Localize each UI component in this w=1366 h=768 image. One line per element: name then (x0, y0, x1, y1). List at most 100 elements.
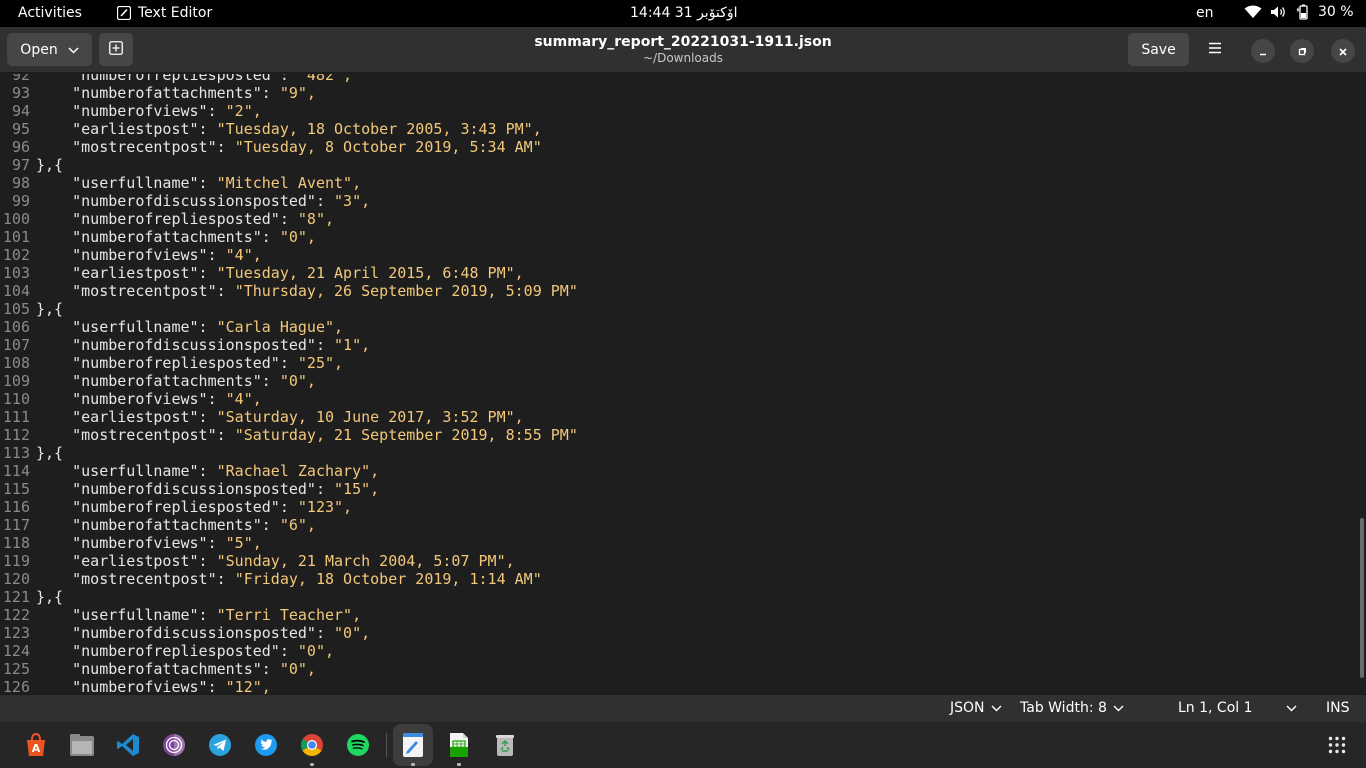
trash-icon[interactable] (491, 731, 519, 759)
code-line: 92 "numberofrepliesposted": "482", (0, 74, 1358, 84)
chevron-down-icon (1286, 700, 1297, 716)
top-bar: Activities Text Editor 14:44 اۆکتۆبر 31 … (0, 0, 1366, 27)
spotify-icon[interactable] (344, 731, 372, 759)
line-content: "numberofrepliesposted": "123", (36, 498, 352, 516)
code-line: 116 "numberofrepliesposted": "123", (0, 498, 1358, 516)
code-line: 119 "earliestpost": "Sunday, 21 March 20… (0, 552, 1358, 570)
spreadsheet-icon[interactable] (445, 731, 473, 759)
battery-icon (1296, 4, 1310, 20)
text-editor-area[interactable]: 92 "numberofrepliesposted": "482", 93 "nu… (0, 74, 1366, 694)
json-value: "123", (297, 498, 353, 516)
chrome-icon[interactable] (298, 731, 326, 759)
code-line: 122 "userfullname": "Terri Teacher", (0, 606, 1358, 624)
twitter-icon[interactable] (252, 731, 280, 759)
document-path: ~/Downloads (643, 51, 723, 65)
json-key: "mostrecentpost": (36, 426, 235, 444)
line-number: 111 (2, 408, 30, 426)
json-key: "earliestpost": (36, 120, 217, 138)
json-value: "1", (334, 336, 371, 354)
activities-button[interactable]: Activities (18, 5, 82, 21)
code-lines: 92 "numberofrepliesposted": "482", 93 "nu… (0, 74, 1358, 694)
line-number: 118 (2, 534, 30, 552)
line-content: "numberofdiscussionsposted": "1", (36, 336, 370, 354)
json-value: "Carla Hague", (216, 318, 344, 336)
json-value: "Rachael Zachary", (216, 462, 380, 480)
json-key: "userfullname": (36, 174, 217, 192)
language-selector[interactable]: JSON (950, 700, 1002, 716)
input-language[interactable]: en (1196, 5, 1214, 21)
main-menu-button[interactable] (1197, 33, 1233, 66)
line-number: 114 (2, 462, 30, 480)
code-line: 113 },{ (0, 444, 1358, 462)
json-value: "4", (225, 246, 262, 264)
tab-width-selector[interactable]: Tab Width: 8 (1020, 700, 1124, 716)
position-menu-button[interactable] (1286, 700, 1297, 716)
open-button[interactable]: Open (7, 33, 92, 66)
window-title: summary_report_20221031-1911.json ~/Down… (480, 34, 886, 66)
line-number: 96 (11, 138, 30, 156)
line-content: "earliestpost": "Saturday, 10 June 2017,… (36, 408, 524, 426)
line-content: "mostrecentpost": "Friday, 18 October 20… (36, 570, 542, 588)
line-number: 123 (2, 624, 30, 642)
line-content: },{ (36, 156, 63, 174)
close-button[interactable] (1331, 39, 1355, 63)
maximize-button[interactable] (1290, 39, 1314, 63)
telegram-icon[interactable] (206, 731, 234, 759)
app-center-icon[interactable]: A (22, 731, 50, 759)
line-number: 125 (2, 660, 30, 678)
line-number: 104 (2, 282, 30, 300)
tor-icon[interactable] (160, 731, 188, 759)
code-line: 105},{ (0, 300, 1358, 318)
json-key: "numberofviews": (36, 102, 226, 120)
vscode-icon[interactable] (114, 731, 142, 759)
line-content: },{ (36, 300, 63, 318)
code-line: 104 "mostrecentpost": "Thursday, 26 Sept… (0, 282, 1358, 300)
chrome-running-indicator (310, 763, 314, 766)
new-document-button[interactable] (99, 33, 133, 66)
line-number: 113 (2, 444, 30, 462)
close-icon (1338, 42, 1348, 61)
line-content: "numberofrepliesposted": "8", (36, 210, 334, 228)
app-menu[interactable]: Text Editor (117, 5, 212, 21)
line-content: "userfullname": "Mitchel Avent", (36, 174, 361, 192)
system-tray[interactable]: 30 % (1244, 4, 1354, 20)
insert-mode-indicator[interactable]: INS (1326, 700, 1350, 716)
json-key: "numberofdiscussionsposted": (36, 480, 335, 498)
volume-icon (1270, 5, 1288, 19)
json-key: "numberofdiscussionsposted": (36, 624, 335, 642)
json-key: "userfullname": (36, 606, 217, 624)
spreadsheet-running-indicator (457, 763, 461, 766)
cursor-position[interactable]: Ln 1, Col 1 (1178, 700, 1253, 716)
json-key: "mostrecentpost": (36, 138, 235, 156)
json-value: "9", (279, 84, 316, 102)
line-number: 109 (2, 372, 30, 390)
json-value: "4", (225, 390, 262, 408)
json-value: "482", (297, 74, 353, 84)
json-key: "numberofviews": (36, 246, 226, 264)
line-content: },{ (36, 444, 63, 462)
save-button[interactable]: Save (1128, 33, 1189, 66)
json-key: "userfullname": (36, 462, 217, 480)
json-value: "Saturday, 10 June 2017, 3:52 PM", (216, 408, 524, 426)
text-editor-icon[interactable] (399, 731, 427, 759)
json-value: "0", (297, 642, 335, 660)
files-icon[interactable] (68, 731, 96, 759)
app-grid-icon[interactable] (1323, 731, 1351, 759)
line-content: "userfullname": "Rachael Zachary", (36, 462, 379, 480)
json-value: "2", (225, 102, 262, 120)
line-content: "userfullname": "Terri Teacher", (36, 606, 361, 624)
json-value: "15", (334, 480, 380, 498)
line-number: 99 (11, 192, 30, 210)
minimize-button[interactable] (1251, 39, 1275, 63)
save-button-label: Save (1141, 41, 1176, 58)
line-content: "mostrecentpost": "Saturday, 21 Septembe… (36, 426, 578, 444)
hamburger-menu-icon (1208, 42, 1222, 58)
clock[interactable]: 14:44 اۆکتۆبر 31 (630, 5, 737, 21)
json-value: "Sunday, 21 March 2004, 5:07 PM", (216, 552, 515, 570)
code-line: 124 "numberofrepliesposted": "0", (0, 642, 1358, 660)
line-content: "numberofrepliesposted": "25", (36, 354, 343, 372)
wifi-icon (1244, 5, 1262, 19)
json-value: "6", (279, 516, 316, 534)
code-line: 94 "numberofviews": "2", (0, 102, 1358, 120)
vertical-scrollbar[interactable] (1360, 518, 1364, 678)
